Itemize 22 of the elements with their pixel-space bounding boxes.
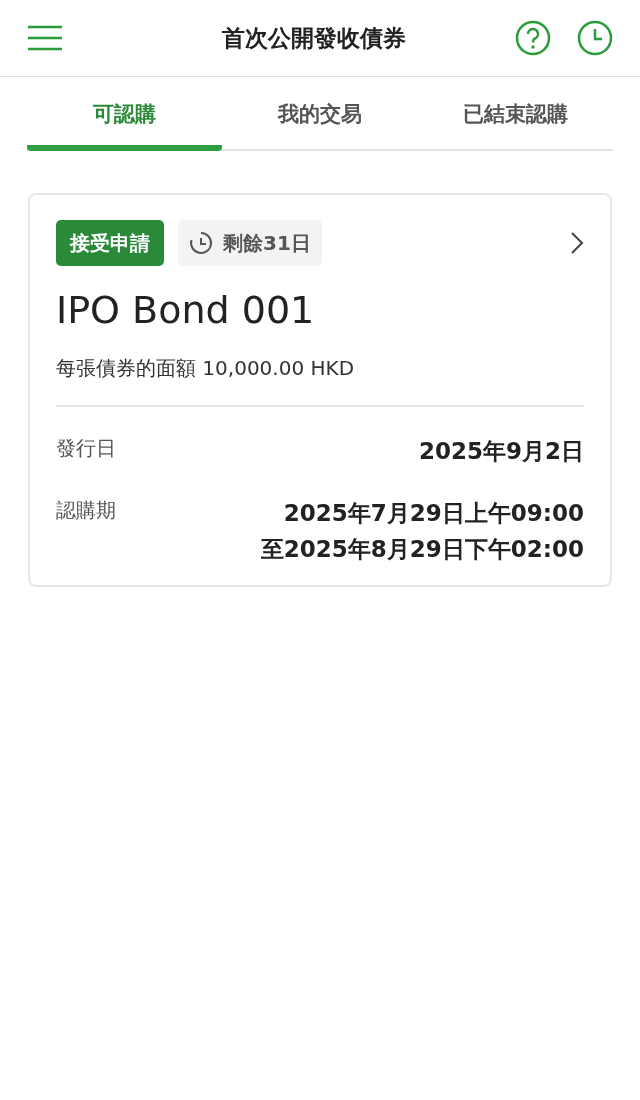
tab[interactable]: 可認購 — [27, 85, 223, 151]
detail-value: 2025年9月2日 — [418, 437, 584, 466]
remaining-days: 剩餘31日 — [223, 228, 311, 258]
timer-icon — [189, 231, 213, 255]
status-badge: 接受申請 — [56, 220, 164, 266]
tab[interactable]: 已結束認購 — [417, 85, 613, 151]
bond-card[interactable]: 接受申請 剩餘31日 IPO Bond 001 每張債券的面額 10,000.00 HKD 發行日 2025年9月2日 認購期 2025年7月29日上午09:00 至2025年8月29日下午02:00 — [28, 193, 612, 587]
history-button[interactable] — [577, 20, 613, 56]
detail-value: 至2025年8月29日下午02:00 — [260, 535, 584, 564]
detail-value: 2025年7月29日上午09:00 — [283, 499, 584, 528]
bond-name: IPO Bond 001 — [56, 287, 316, 334]
menu-button[interactable] — [27, 24, 63, 52]
tab[interactable]: 我的交易 — [222, 85, 418, 151]
help-icon — [515, 20, 551, 56]
help-button[interactable] — [515, 20, 551, 56]
denomination-text: 每張債券的面額 10,000.00 HKD — [56, 355, 356, 382]
clock-icon — [577, 20, 613, 56]
page-title: 首次公開發收債券 — [222, 23, 406, 53]
chevron-right-icon — [570, 231, 584, 255]
detail-label: 發行日 — [56, 435, 116, 462]
detail-label: 認購期 — [56, 497, 116, 524]
menu-icon — [27, 25, 63, 51]
